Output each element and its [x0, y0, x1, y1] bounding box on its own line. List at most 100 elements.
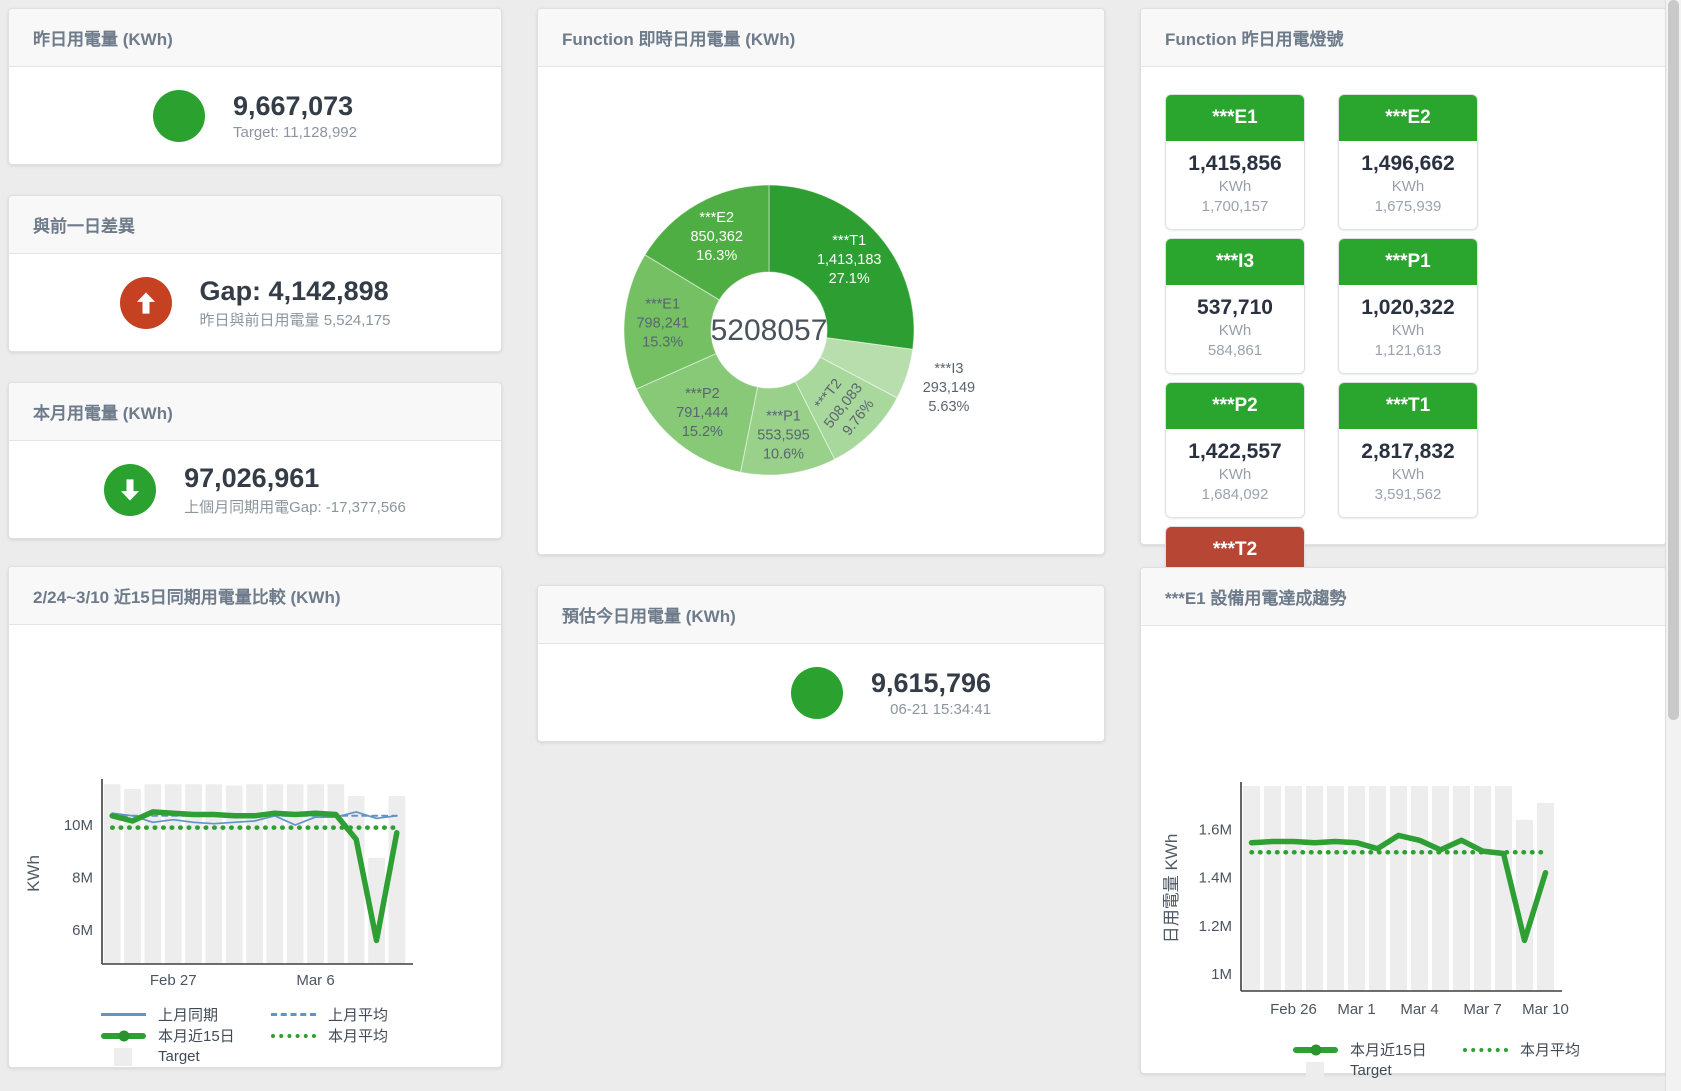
kpi-text: 9,615,796 06-21 15:34:41 — [871, 668, 991, 718]
donut-center-total: 5208057 — [711, 314, 828, 347]
target-bar — [1390, 786, 1407, 991]
scrollbar[interactable] — [1665, 0, 1681, 1091]
day-gap-sub: 昨日與前日用電量 5,524,175 — [200, 309, 391, 330]
arrow-down-circle-icon — [104, 464, 156, 516]
svg-text:15.2%: 15.2% — [682, 424, 723, 440]
tile-target: 1,684,092 — [1170, 485, 1300, 505]
legend-swatch-green-thick — [101, 1033, 146, 1039]
y-tick-label: 8M — [72, 869, 93, 886]
svg-text:798,241: 798,241 — [636, 315, 688, 331]
legend-item-this-month-avg[interactable]: 本月平均 — [1463, 1039, 1633, 1060]
light-tile-e1: ***E11,415,856KWh1,700,157 — [1165, 94, 1305, 230]
card-15day-compare: 2/24~3/10 近15日同期用電量比較 (KWh) 6M8M10MFeb 2… — [8, 566, 502, 1068]
target-bar — [246, 784, 263, 964]
svg-text:15.3%: 15.3% — [642, 334, 683, 350]
kpi-group: 9,667,073 Target: 11,128,992 — [153, 90, 357, 142]
legend-swatch-grey-box — [114, 1048, 132, 1066]
tile-unit: KWh — [1343, 321, 1473, 341]
legend-item-target[interactable]: Target — [101, 1048, 271, 1066]
legend-label: 上月同期 — [158, 1004, 218, 1025]
svg-text:850,362: 850,362 — [690, 229, 742, 245]
svg-text:***E2: ***E2 — [699, 210, 734, 226]
target-bar — [1369, 786, 1386, 991]
light-tile-status-e2: ***E2 — [1339, 95, 1477, 141]
estimate-today-value: 9,615,796 — [871, 668, 991, 698]
light-tile-status-p2: ***P2 — [1166, 383, 1304, 429]
target-bar — [1474, 786, 1491, 991]
estimate-today-timestamp: 06-21 15:34:41 — [871, 701, 991, 718]
y-tick-label: 1.4M — [1199, 870, 1232, 887]
light-tile-e2: ***E21,496,662KWh1,675,939 — [1338, 94, 1478, 230]
card-header: 預估今日用電量 (KWh) — [538, 586, 1104, 644]
status-circle-icon — [791, 667, 843, 719]
light-tile-status-p1: ***P1 — [1339, 239, 1477, 285]
dashboard: 昨日用電量 (KWh) 9,667,073 Target: 11,128,992… — [0, 0, 1681, 1082]
target-bar — [1327, 786, 1344, 991]
light-tile-status-i3: ***I3 — [1166, 239, 1304, 285]
card-e1-trend: ***E1 設備用電達成趨勢 1M1.2M1.4M1.6MFeb 26Mar 1… — [1140, 567, 1667, 1074]
target-bar — [1348, 786, 1365, 991]
legend-item-target[interactable]: Target — [1293, 1062, 1463, 1080]
x-tick-label: Mar 1 — [1337, 1001, 1375, 1018]
yesterday-usage-value: 9,667,073 — [233, 91, 357, 121]
legend-swatch-green-dot — [271, 1034, 316, 1038]
svg-text:***P1: ***P1 — [766, 409, 801, 425]
tile-target: 3,591,562 — [1343, 485, 1473, 505]
tile-value: 2,817,832 — [1343, 439, 1473, 465]
svg-text:***P2: ***P2 — [685, 386, 720, 402]
legend-item-last-month-avg[interactable]: 上月平均 — [271, 1004, 441, 1025]
trend-line-chart: 1M1.2M1.4M1.6MFeb 26Mar 1Mar 4Mar 7Mar 1… — [1141, 778, 1641, 1028]
legend-item-last-month[interactable]: 上月同期 — [101, 1004, 271, 1025]
card-title-month-usage: 本月用電量 (KWh) — [33, 404, 173, 423]
svg-text:***I3: ***I3 — [934, 361, 963, 377]
light-tile-body-e1: 1,415,856KWh1,700,157 — [1166, 141, 1304, 229]
legend-item-this-month[interactable]: 本月近15日 — [1293, 1039, 1463, 1060]
kpi-group: Gap: 4,142,898 昨日與前日用電量 5,524,175 — [120, 276, 391, 330]
kpi-group: 97,026,961 上個月同期用電Gap: -17,377,566 — [104, 463, 406, 517]
y-tick-label: 1M — [1211, 966, 1232, 983]
card-yesterday-lights: Function 昨日用電燈號 ***E11,415,856KWh1,700,1… — [1140, 8, 1667, 545]
legend-label: 本月近15日 — [1350, 1039, 1427, 1060]
legend-row: Target — [101, 1046, 501, 1067]
card-title-yesterday-usage: 昨日用電量 (KWh) — [33, 30, 173, 49]
tile-unit: KWh — [1343, 465, 1473, 485]
legend-row: Target — [1293, 1060, 1666, 1081]
target-bar — [287, 784, 304, 964]
target-bar — [1453, 786, 1470, 991]
day-gap-body: Gap: 4,142,898 昨日與前日用電量 5,524,175 — [9, 254, 501, 351]
card-title-estimate-today: 預估今日用電量 (KWh) — [562, 607, 736, 626]
target-bar — [1432, 786, 1449, 991]
yesterday-usage-target: Target: 11,128,992 — [233, 124, 357, 141]
tile-value: 537,710 — [1170, 295, 1300, 321]
legend-swatch-grey-box — [1306, 1062, 1324, 1080]
trend-chart-legend: 本月近15日 本月平均Target — [1293, 1039, 1666, 1081]
legend-swatch-green-dot — [1463, 1048, 1508, 1052]
target-bar — [226, 786, 243, 964]
svg-text:10.6%: 10.6% — [763, 447, 804, 463]
scrollbar-thumb[interactable] — [1668, 0, 1679, 720]
trend-chart-body: 1M1.2M1.4M1.6MFeb 26Mar 1Mar 4Mar 7Mar 1… — [1141, 626, 1666, 1081]
tile-value: 1,422,557 — [1170, 439, 1300, 465]
legend-item-this-month[interactable]: 本月近15日 — [101, 1025, 271, 1046]
target-bar — [1306, 786, 1323, 991]
svg-text:16.3%: 16.3% — [696, 248, 737, 264]
light-tile-i3: ***I3537,710KWh584,861 — [1165, 238, 1305, 374]
legend-label: 本月近15日 — [158, 1025, 235, 1046]
light-tile-body-i3: 537,710KWh584,861 — [1166, 285, 1304, 373]
y-tick-label: 1.6M — [1199, 821, 1232, 838]
status-circle-icon — [153, 90, 205, 142]
tile-unit: KWh — [1170, 177, 1300, 197]
card-title-15day-compare: 2/24~3/10 近15日同期用電量比較 (KWh) — [33, 588, 341, 607]
target-bar — [1264, 786, 1281, 991]
tile-target: 584,861 — [1170, 341, 1300, 361]
card-header: 昨日用電量 (KWh) — [9, 9, 501, 67]
kpi-group: 9,615,796 06-21 15:34:41 — [791, 667, 991, 719]
compare-chart: 6M8M10MFeb 27Mar 6KWh — [9, 625, 501, 998]
legend-item-this-month-avg[interactable]: 本月平均 — [271, 1025, 441, 1046]
month-usage-body: 97,026,961 上個月同期用電Gap: -17,377,566 — [9, 441, 501, 538]
compare-chart-legend: 上月同期 上月平均本月近15日 本月平均Target — [101, 1004, 501, 1067]
target-bar — [389, 796, 406, 964]
card-yesterday-usage: 昨日用電量 (KWh) 9,667,073 Target: 11,128,992 — [8, 8, 502, 165]
svg-text:1,413,183: 1,413,183 — [817, 252, 882, 268]
target-bar — [1411, 786, 1428, 991]
